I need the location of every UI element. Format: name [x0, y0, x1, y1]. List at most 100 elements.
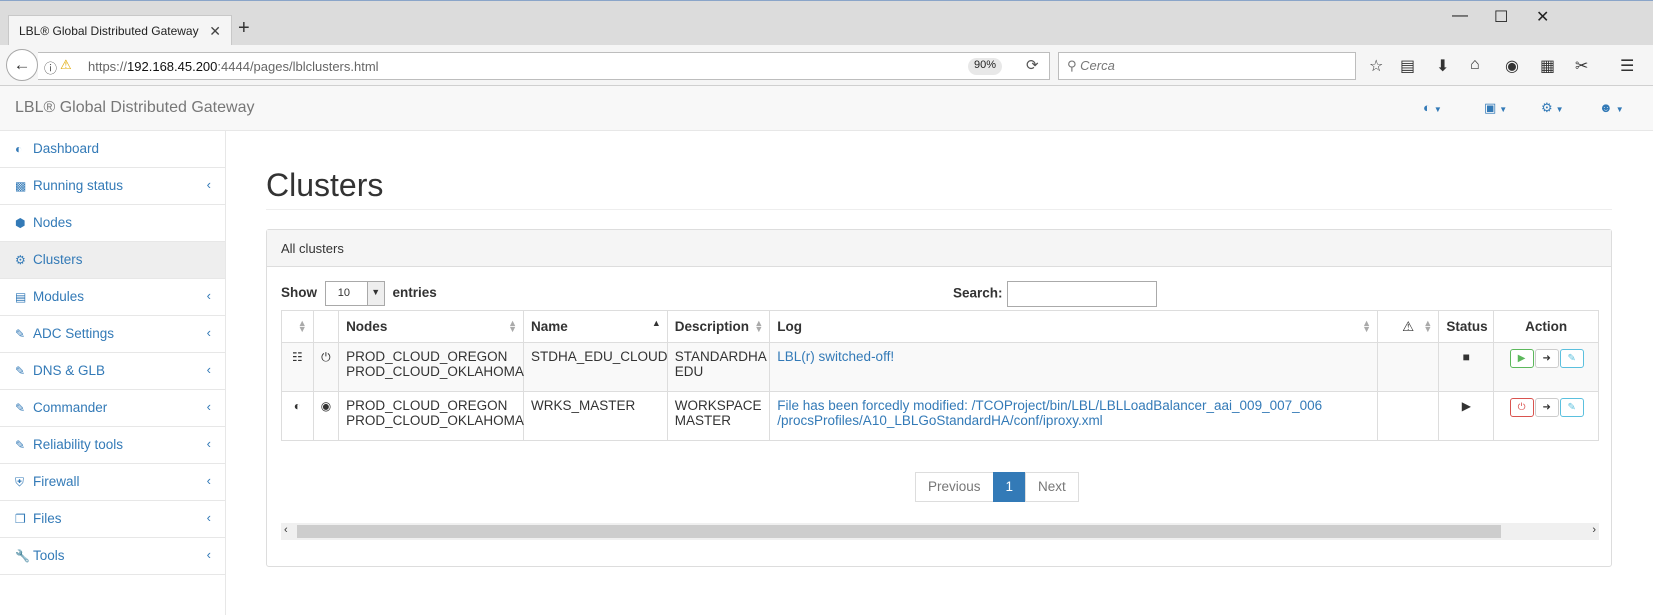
warning-lock-icon[interactable]: ⚠: [60, 57, 72, 73]
scrollbar-thumb[interactable]: [297, 525, 1501, 538]
bar-chart-icon: ▩: [15, 179, 27, 193]
user-menu-icon[interactable]: ☻ ▼: [1599, 100, 1624, 115]
login-button[interactable]: ➜: [1534, 349, 1559, 368]
download-icon[interactable]: ⬇: [1436, 56, 1449, 76]
log-column-header[interactable]: Log ▲ ▼: [769, 310, 1379, 343]
screenshot-icon[interactable]: ✂: [1575, 56, 1588, 76]
login-button[interactable]: ➜: [1534, 398, 1559, 417]
previous-page-button[interactable]: Previous: [915, 472, 994, 502]
next-page-button[interactable]: Next: [1025, 472, 1079, 502]
sidebar-item-nodes[interactable]: ⬢ Nodes: [0, 205, 225, 242]
action-column-header: Action: [1493, 310, 1599, 343]
sidebar-item-dashboard[interactable]: ◐ Dashboard: [0, 131, 225, 168]
window-close-icon[interactable]: ✕: [1536, 7, 1549, 27]
main-content: Clusters All clusters Show 10 ▼ entries …: [227, 131, 1653, 615]
url-text[interactable]: https://192.168.45.200:4444/pages/lblclu…: [88, 59, 379, 74]
title-divider: [266, 209, 1612, 210]
chevron-left-icon: ‹: [206, 436, 211, 451]
description-cell-line: STANDARDHA: [674, 349, 767, 364]
home-icon[interactable]: ⌂: [1470, 56, 1480, 74]
scroll-right-icon[interactable]: ›: [1592, 524, 1596, 536]
edit-button[interactable]: ✎: [1559, 349, 1584, 368]
new-tab-button[interactable]: +: [238, 18, 250, 38]
warning-icon: ⚠: [1402, 318, 1415, 334]
reading-list-icon[interactable]: ▤: [1400, 56, 1415, 76]
panel-heading: All clusters: [267, 230, 1611, 267]
column-label: Nodes: [346, 319, 388, 334]
dashboard-icon: ◐: [15, 142, 23, 156]
edit-icon: ✎: [15, 438, 26, 452]
nodes-column-header[interactable]: Nodes ▲ ▼: [338, 310, 525, 343]
sort-icon: ▲ ▼: [754, 318, 764, 334]
app-navbar: LBL® Global Distributed Gateway ◐ ▼ ▣ ▼ ⚙ ▼…: [0, 86, 1653, 131]
save-menu-icon[interactable]: ▣ ▼: [1484, 100, 1507, 116]
type-column-header[interactable]: ▲ ▼: [281, 310, 314, 343]
entries-select[interactable]: 10 ▼: [324, 281, 385, 306]
name-column-header[interactable]: Name ▲: [523, 310, 668, 343]
arrow-left-icon: ←: [13, 55, 31, 74]
search-label: Search:: [953, 285, 1003, 301]
sidebar-item-tools[interactable]: 🔧 Tools ‹: [0, 538, 225, 575]
bookmark-star-icon[interactable]: ☆: [1369, 56, 1383, 76]
entries-label: entries: [392, 285, 437, 301]
sidebar-item-firewall[interactable]: ⛨ Firewall ‹: [0, 464, 225, 501]
url-host: 192.168.45.200: [127, 59, 218, 74]
dashboard-icon: ◐: [293, 399, 301, 413]
maximize-icon[interactable]: ☐: [1494, 7, 1508, 27]
zoom-badge[interactable]: 90%: [968, 58, 1003, 75]
sidebar-item-label: Files: [33, 511, 62, 526]
wrench-icon: 🔧: [15, 549, 30, 563]
minimize-icon[interactable]: —: [1452, 7, 1468, 25]
pagination: Previous 1 Next: [915, 472, 1079, 502]
list-icon: ▤: [15, 290, 27, 304]
sidebar-item-label: Modules: [33, 289, 85, 304]
scroll-left-icon[interactable]: ‹: [284, 524, 288, 536]
browser-search-input[interactable]: ⚲ Cerca: [1058, 52, 1356, 80]
edit-button[interactable]: ✎: [1559, 398, 1584, 417]
clusters-table: ▲ ▼ Nodes ▲ ▼ Name ▲ Description ▲ ▼ Log ▲ ▼ ⚠ ▲ ▼…: [281, 310, 1599, 441]
gear-menu-icon[interactable]: ⚙ ▼: [1541, 100, 1564, 116]
chevron-left-icon: ‹: [206, 399, 211, 414]
sidebar-item-modules[interactable]: ▤ Modules ‹: [0, 279, 225, 316]
url-scheme: https://: [88, 59, 128, 74]
pocket-icon[interactable]: ◉: [1505, 56, 1519, 76]
dashboard-menu-icon[interactable]: ◐ ▼: [1423, 100, 1442, 115]
sort-icon: ▲ ▼: [1423, 318, 1433, 334]
sidebar-item-label: Firewall: [33, 474, 80, 489]
alerts-column-header[interactable]: ⚠ ▲ ▼: [1377, 310, 1440, 343]
sidebar-item-running-status[interactable]: ▩ Running status ‹: [0, 168, 225, 205]
search-icon: ⚲: [1067, 58, 1077, 73]
column-label: Log: [777, 319, 803, 334]
sidebar-item-files[interactable]: ❐ Files ‹: [0, 501, 225, 538]
shutdown-button[interactable]: ⏻: [1509, 398, 1534, 417]
brand-title[interactable]: LBL® Global Distributed Gateway: [15, 99, 254, 117]
address-bar[interactable]: ⓘ ⚠ https://192.168.45.200:4444/pages/lb…: [38, 52, 1050, 80]
sidebar-item-adc-settings[interactable]: ✎ ADC Settings ‹: [0, 316, 225, 353]
sidebar-item-dns-glb[interactable]: ✎ DNS & GLB ‹: [0, 353, 225, 390]
start-button[interactable]: ▶: [1509, 349, 1534, 368]
show-label: Show: [281, 285, 317, 301]
reload-icon[interactable]: ⟳: [1026, 56, 1039, 74]
menu-hamburger-icon[interactable]: ☰: [1620, 56, 1634, 76]
back-button[interactable]: ←: [6, 49, 38, 81]
sidebar-item-reliability-tools[interactable]: ✎ Reliability tools ‹: [0, 427, 225, 464]
chevron-left-icon: ‹: [206, 288, 211, 303]
sidebar-item-clusters[interactable]: ⚙ Clusters: [0, 242, 225, 279]
status-column-header: Status: [1438, 310, 1495, 343]
url-path: :4444/pages/lblclusters.html: [217, 59, 379, 74]
play-circle-icon: ◉: [320, 399, 332, 413]
alerts-cell: [1377, 391, 1440, 441]
browser-tab[interactable]: LBL® Global Distributed Gateway ✕: [8, 15, 232, 46]
table-search-input[interactable]: [1007, 281, 1158, 307]
table-header-row: ▲ ▼ Nodes ▲ ▼ Name ▲ Description ▲ ▼ Log ▲ ▼ ⚠ ▲ ▼…: [281, 310, 1599, 343]
sidebar-item-label: Running status: [33, 178, 124, 193]
sidebar-item-label: Reliability tools: [33, 437, 124, 452]
extension-icon[interactable]: ▦: [1540, 56, 1555, 76]
page-1-button[interactable]: 1: [992, 472, 1027, 502]
sidebar-item-commander[interactable]: ✎ Commander ‹: [0, 390, 225, 427]
info-icon[interactable]: ⓘ: [44, 58, 57, 77]
description-column-header[interactable]: Description ▲ ▼: [666, 310, 771, 343]
horizontal-scrollbar[interactable]: ‹ ›: [281, 523, 1599, 540]
close-tab-icon[interactable]: ✕: [209, 23, 221, 40]
edit-icon: ✎: [15, 401, 26, 415]
